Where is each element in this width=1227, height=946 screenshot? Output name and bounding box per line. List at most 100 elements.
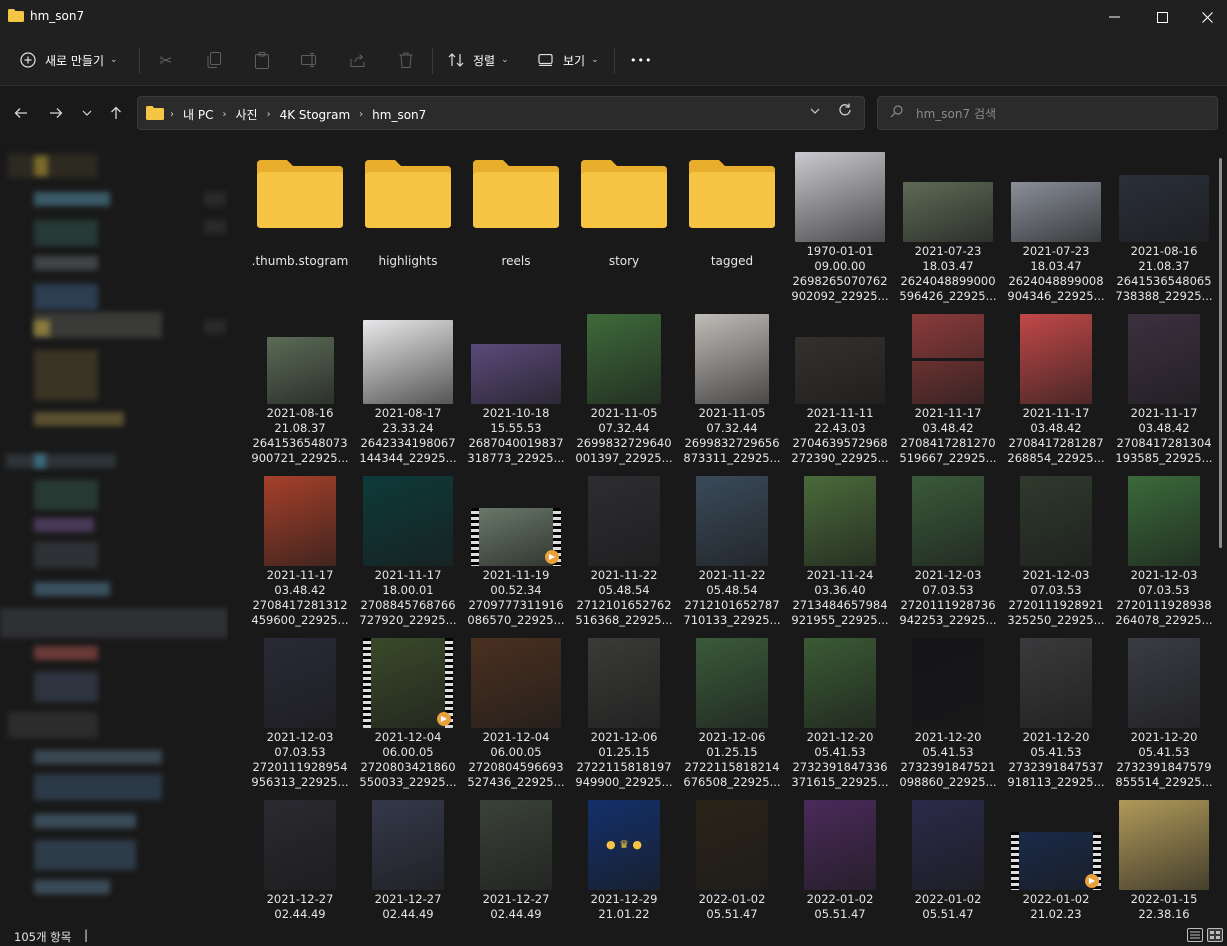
share-icon[interactable] xyxy=(346,48,370,72)
file-name-line: 00.52.34 xyxy=(490,583,542,597)
large-icons-view-button[interactable] xyxy=(1207,928,1223,942)
image-thumbnail xyxy=(264,476,336,566)
nav-item-redacted xyxy=(34,454,46,468)
nav-item-redacted[interactable] xyxy=(34,220,98,246)
file-name-line: 710133_22925... xyxy=(683,613,781,627)
nav-item-redacted[interactable] xyxy=(34,672,98,702)
file-name: 2021-11-22 05.48.54 2712101652787 710133_22… xyxy=(680,568,784,628)
nav-item-redacted[interactable] xyxy=(34,646,98,660)
breadcrumb-item[interactable]: hm_son7 xyxy=(372,108,426,122)
nav-item-redacted[interactable] xyxy=(8,712,98,738)
file-name-line: 2021-12-20 xyxy=(1022,730,1090,744)
address-bar[interactable]: › 내 PC › 사진 › 4K Stogram › hm_son7 xyxy=(137,96,865,130)
nav-item-redacted[interactable] xyxy=(34,840,136,870)
new-button[interactable]: 새로 만들기 ⌄ xyxy=(20,46,118,74)
thumbnail-frame: ▶ xyxy=(356,636,460,728)
nav-item-redacted[interactable] xyxy=(6,454,116,468)
play-icon: ▶ xyxy=(545,550,559,564)
image-thumbnail xyxy=(696,476,768,566)
file-name: 2021-12-20 05.41.53 2732391847336 371615_22… xyxy=(788,730,892,790)
play-icon: ▶ xyxy=(437,712,451,726)
file-name-line: 144344_22925... xyxy=(359,451,457,465)
nav-item-redacted[interactable] xyxy=(34,284,98,310)
file-name: 2021-12-27 02.44.49 xyxy=(356,892,460,922)
details-view-button[interactable] xyxy=(1187,928,1203,942)
thumbnail-frame xyxy=(1112,474,1216,566)
thumbnail-frame xyxy=(788,798,892,890)
nav-item-redacted[interactable] xyxy=(34,518,94,532)
file-name: 2021-12-27 02.44.49 xyxy=(464,892,568,922)
scrollbar-thumb[interactable] xyxy=(1219,158,1222,548)
file-name-line: 01.25.15 xyxy=(706,745,758,759)
up-button[interactable] xyxy=(105,102,127,124)
nav-item-redacted[interactable] xyxy=(34,480,98,510)
thumbnail-frame xyxy=(680,798,784,890)
nav-item-redacted[interactable] xyxy=(34,256,98,270)
file-name-line: 06.00.05 xyxy=(382,745,434,759)
back-button[interactable] xyxy=(10,102,32,124)
cut-icon[interactable]: ✂ xyxy=(154,48,178,72)
close-button[interactable] xyxy=(1184,0,1227,34)
file-name-line: 18.03.47 xyxy=(922,259,974,273)
breadcrumb-item[interactable]: 내 PC xyxy=(183,106,213,123)
rename-icon[interactable] xyxy=(298,48,322,72)
vertical-scrollbar[interactable] xyxy=(1219,150,1223,910)
file-name: 2022-01-02 05.51.47 xyxy=(788,892,892,922)
file-name-line: 855514_22925... xyxy=(1115,775,1213,789)
file-name-line: 2021-12-04 xyxy=(482,730,550,744)
more-options-button[interactable]: ••• xyxy=(630,46,652,74)
nav-item-redacted[interactable] xyxy=(34,774,162,800)
breadcrumb-item[interactable]: 4K Stogram xyxy=(280,108,351,122)
copy-icon[interactable] xyxy=(202,48,226,72)
paste-icon[interactable] xyxy=(250,48,274,72)
view-button[interactable]: 보기 ⌄ xyxy=(538,46,599,74)
navigation-pane xyxy=(0,140,228,925)
file-name-line: 05.51.47 xyxy=(922,907,974,921)
sort-button[interactable]: 정렬 ⌄ xyxy=(448,46,509,74)
thumbnail-frame: ● ♛ ● xyxy=(572,798,676,890)
nav-item-redacted[interactable] xyxy=(34,350,98,400)
search-input[interactable] xyxy=(916,104,1206,124)
file-name-line: 2720111928938 xyxy=(1116,598,1212,612)
file-name-line: 05.41.53 xyxy=(922,745,974,759)
emoji-icon: ● ♛ ● xyxy=(605,838,643,851)
file-name-line: 900721_22925... xyxy=(251,451,349,465)
image-thumbnail xyxy=(696,638,768,728)
image-thumbnail xyxy=(912,476,984,566)
sort-button-label: 정렬 xyxy=(473,53,496,68)
file-name-line: 2021-11-17 xyxy=(1130,406,1198,420)
nav-item-redacted[interactable] xyxy=(34,542,98,568)
nav-item-redacted[interactable] xyxy=(34,814,136,828)
more-icon: ••• xyxy=(630,53,653,67)
file-name: 2021-12-27 02.44.49 xyxy=(248,892,352,922)
recent-locations-button[interactable] xyxy=(76,102,98,124)
forward-button[interactable] xyxy=(45,102,67,124)
maximize-button[interactable] xyxy=(1139,0,1185,34)
nav-item-redacted[interactable] xyxy=(34,192,110,206)
address-history-button[interactable] xyxy=(810,106,820,117)
nav-item-selected-redacted[interactable] xyxy=(0,608,228,638)
nav-item-redacted[interactable] xyxy=(8,154,98,178)
chevron-down-icon xyxy=(82,110,92,116)
file-name-line: 07.03.53 xyxy=(1138,583,1190,597)
nav-item-redacted[interactable] xyxy=(34,880,110,894)
folder-icon xyxy=(473,160,559,228)
thumbnail-frame xyxy=(572,636,676,728)
nav-item-redacted[interactable] xyxy=(34,312,162,338)
file-name-line: 02.44.49 xyxy=(274,907,326,921)
nav-item-redacted[interactable] xyxy=(34,412,124,426)
file-name: 2021-11-05 07.32.44 2699832729656 873311_22… xyxy=(680,406,784,466)
file-name-line: 05.48.54 xyxy=(598,583,650,597)
refresh-button[interactable] xyxy=(838,103,852,121)
delete-icon[interactable] xyxy=(394,48,418,72)
image-thumbnail xyxy=(1020,476,1092,566)
nav-item-redacted[interactable] xyxy=(34,750,162,764)
nav-item-redacted xyxy=(204,320,226,334)
minimize-button[interactable] xyxy=(1091,0,1137,34)
file-name-line: 2641536548073 xyxy=(252,436,348,450)
breadcrumb-item[interactable]: 사진 xyxy=(235,106,257,123)
thumbnail-frame xyxy=(464,312,568,404)
file-name-line: 2021-12-29 xyxy=(590,892,658,906)
nav-item-redacted[interactable] xyxy=(34,582,110,596)
search-box xyxy=(877,96,1218,130)
